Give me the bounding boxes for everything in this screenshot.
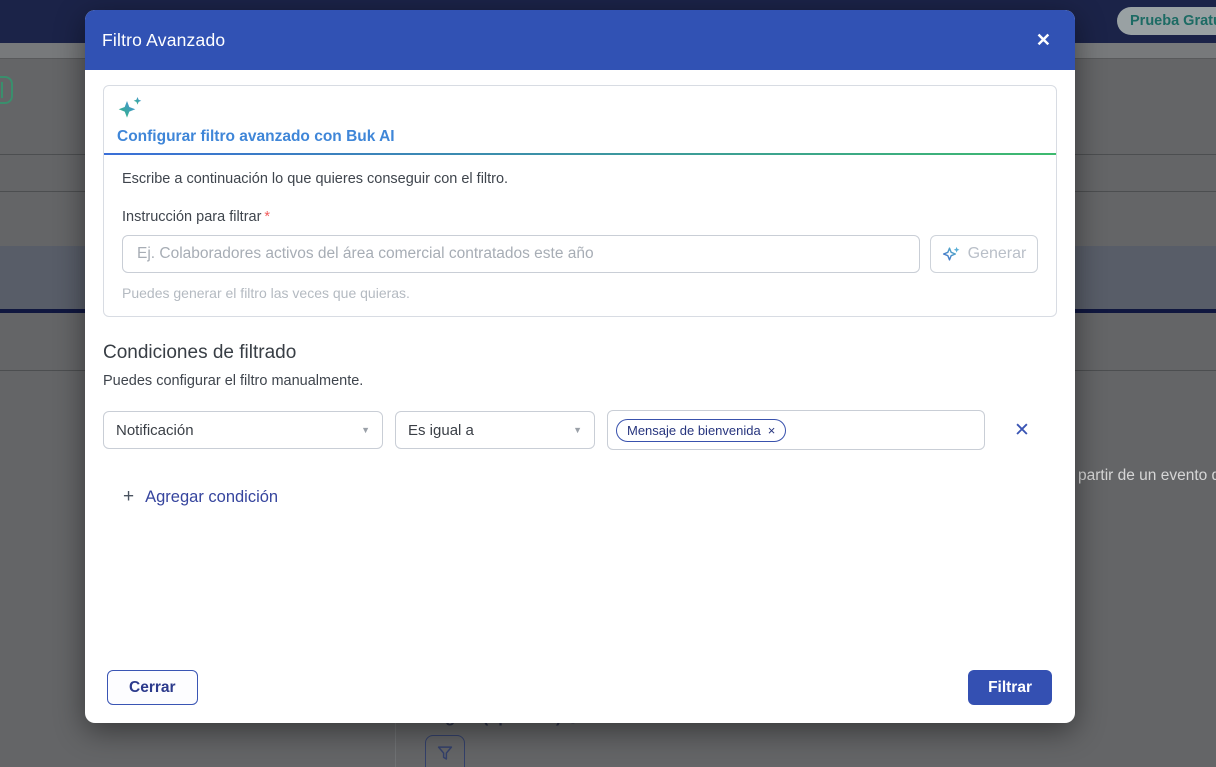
conditions-subtitle: Puedes configurar el filtro manualmente. (103, 373, 1057, 389)
operator-select-value: Es igual a (408, 422, 474, 439)
close-button[interactable]: Cerrar (107, 670, 198, 705)
modal-footer: Cerrar Filtrar (107, 670, 1052, 705)
screen: Prueba Gratuita partir de un evento de R… (0, 0, 1216, 767)
modal-header: Filtro Avanzado ✕ (85, 10, 1075, 70)
plus-icon: + (123, 486, 134, 508)
condition-row: Notificación ▼ Es igual a ▼ Mensaje de b… (103, 410, 1057, 450)
add-condition-link[interactable]: + Agregar condición (123, 486, 278, 508)
trial-badge-button[interactable]: Prueba Gratuita (1117, 7, 1216, 35)
values-tag-input[interactable]: Mensaje de bienvenida × (607, 410, 985, 450)
modal-body: Configurar filtro avanzado con Buk AI Es… (85, 70, 1075, 508)
filter-button[interactable]: Filtrar (968, 670, 1052, 705)
ai-card-body: Escribe a continuación lo que quieres co… (104, 155, 1056, 316)
toggle-bar (1, 82, 3, 98)
close-icon[interactable]: ✕ (1036, 31, 1051, 49)
sparkle-icon (117, 96, 144, 121)
field-select-value: Notificación (116, 422, 194, 439)
generate-helper-text: Puedes generar el filtro las veces que q… (122, 285, 1038, 301)
modal-title: Filtro Avanzado (102, 30, 225, 51)
advanced-filter-modal: Filtro Avanzado ✕ Configurar filtro (85, 10, 1075, 723)
ai-card-description: Escribe a continuación lo que quieres co… (122, 171, 1038, 187)
instruction-input[interactable] (122, 235, 920, 273)
instruction-label-text: Instrucción para filtrar (122, 209, 261, 225)
chip-remove-icon[interactable]: × (768, 423, 776, 438)
value-chip-label: Mensaje de bienvenida (627, 423, 761, 438)
add-condition-label: Agregar condición (145, 488, 278, 507)
field-select[interactable]: Notificación ▼ (103, 411, 383, 449)
conditions-title: Condiciones de filtrado (103, 342, 1057, 364)
operator-select[interactable]: Es igual a ▼ (395, 411, 595, 449)
remove-condition-icon[interactable]: ✕ (1014, 421, 1030, 440)
instruction-label: Instrucción para filtrar* (122, 209, 1038, 225)
vertical-divider (395, 723, 396, 767)
instruction-input-row: Generar (122, 235, 1038, 273)
chevron-down-icon: ▼ (361, 425, 370, 435)
value-chip: Mensaje de bienvenida × (616, 419, 786, 442)
buk-ai-card: Configurar filtro avanzado con Buk AI Es… (103, 85, 1057, 317)
generate-button[interactable]: Generar (930, 235, 1038, 273)
ai-card-header: Configurar filtro avanzado con Buk AI (104, 86, 1056, 153)
funnel-icon (434, 743, 456, 765)
required-asterisk: * (264, 209, 270, 225)
filter-funnel-button[interactable] (425, 735, 465, 767)
generate-sparkle-icon (942, 244, 962, 264)
background-event-text: partir de un evento de (1078, 467, 1216, 485)
generate-button-label: Generar (968, 245, 1027, 263)
chevron-down-icon: ▼ (573, 425, 582, 435)
ai-card-title: Configurar filtro avanzado con Buk AI (117, 128, 1042, 146)
cropped-toggle-fragment (0, 76, 13, 104)
